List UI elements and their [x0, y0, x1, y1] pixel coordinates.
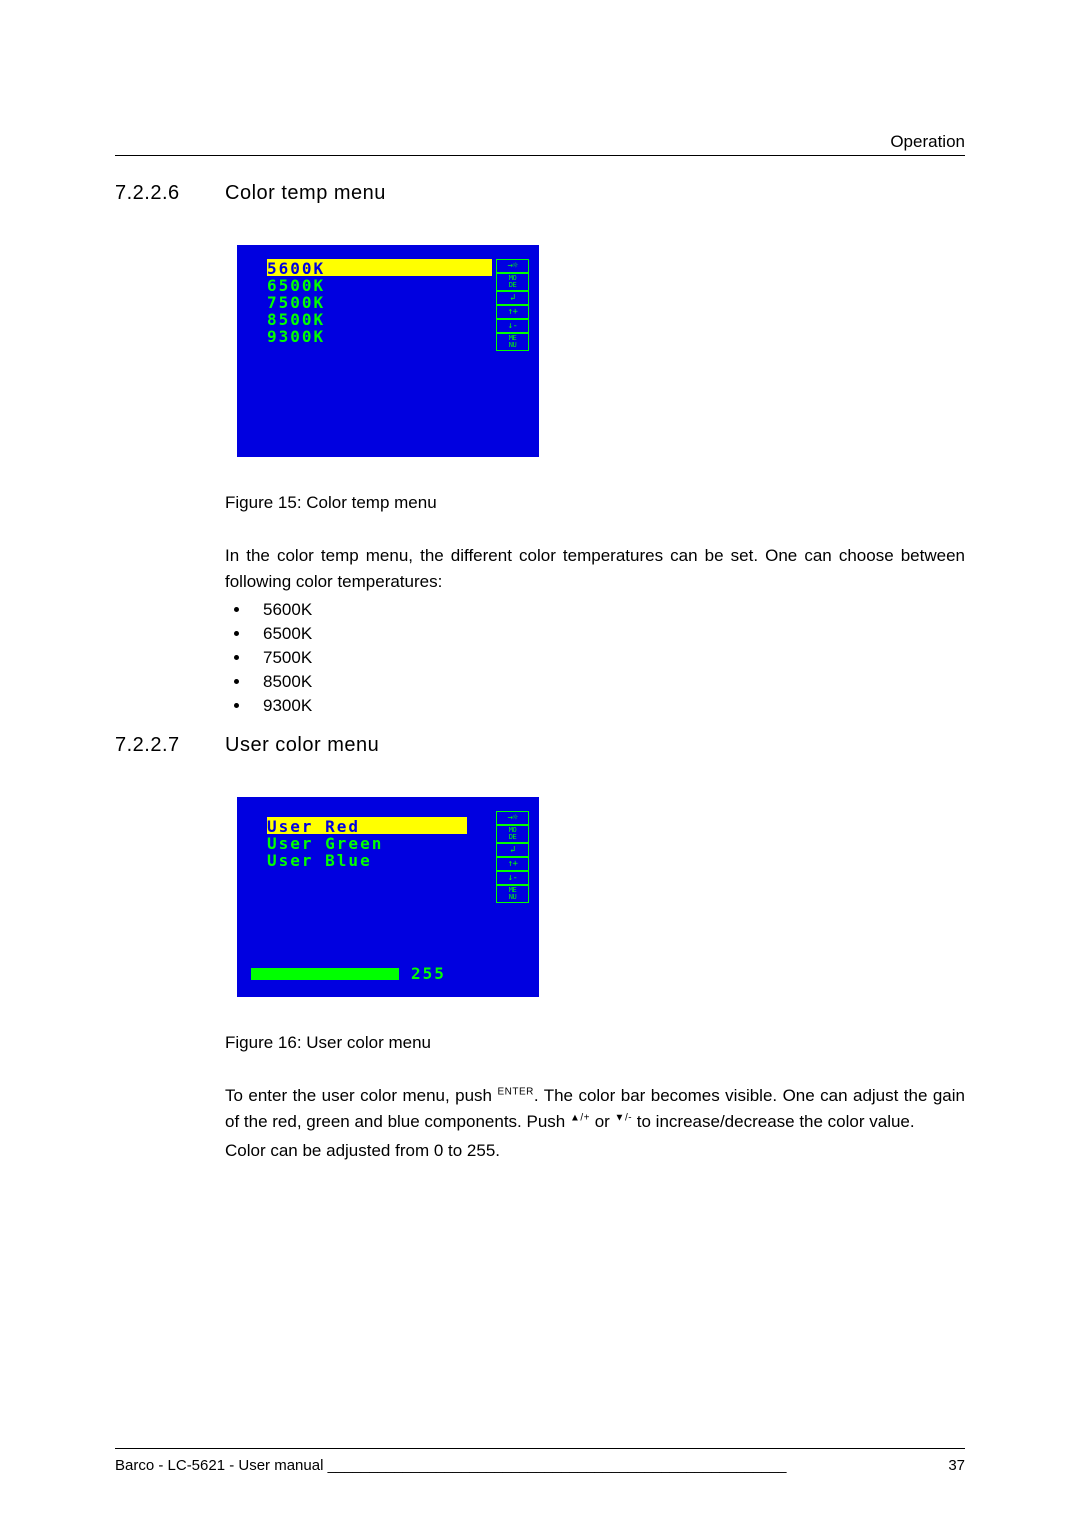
- osd-slider-value: 255: [411, 964, 446, 983]
- osd-color-temp: →☼ MO DE ↲ ↑+ ↓- ME NU 5600K 6500K 7500K…: [225, 233, 551, 469]
- page: Operation 7.2.2.6 Color temp menu →☼ MO …: [0, 0, 1080, 1534]
- header-rule: [115, 155, 965, 156]
- sec2-para-a: To enter the user color menu, push ENTER…: [225, 1083, 965, 1134]
- section-number: 7.2.2.6: [115, 182, 225, 205]
- list-item: 7500K: [251, 648, 965, 668]
- section-title: Color temp menu: [225, 182, 386, 205]
- list-item: 6500K: [251, 624, 965, 644]
- sec1-list: 5600K 6500K 7500K 8500K 9300K: [225, 600, 965, 716]
- figure-16-caption: Figure 16: User color menu: [225, 1033, 965, 1053]
- osd-slider-track: [251, 968, 399, 980]
- enter-key-label: ENTER: [497, 1086, 533, 1097]
- osd-btn-down-icon: ↓-: [496, 871, 529, 885]
- osd-btn-brightness-icon: →☼: [496, 259, 529, 273]
- osd-btn-brightness-icon: →☼: [496, 811, 529, 825]
- sec1-para: In the color temp menu, the different co…: [225, 543, 965, 594]
- osd-slider-fill: [251, 968, 399, 980]
- header-section-label: Operation: [890, 132, 965, 152]
- section-number: 7.2.2.7: [115, 734, 225, 757]
- figure-15: →☼ MO DE ↲ ↑+ ↓- ME NU 5600K 6500K 7500K…: [225, 233, 965, 469]
- figure-16: →☼ MO DE ↲ ↑+ ↓- ME NU User Red User Gre…: [225, 785, 965, 1009]
- osd-user-color: →☼ MO DE ↲ ↑+ ↓- ME NU User Red User Gre…: [225, 785, 551, 1009]
- list-item: 8500K: [251, 672, 965, 692]
- up-key-label: ▲/+: [570, 1112, 590, 1123]
- text-fragment: to increase/decrease the color value.: [632, 1112, 915, 1131]
- osd-btn-menu: ME NU: [496, 885, 529, 903]
- text-fragment: or: [590, 1112, 615, 1131]
- osd-button-column: →☼ MO DE ↲ ↑+ ↓- ME NU: [496, 811, 529, 903]
- osd-btn-menu: ME NU: [496, 333, 529, 351]
- list-item: 9300K: [251, 696, 965, 716]
- list-item: 5600K: [251, 600, 965, 620]
- osd-item-5600k: 5600K: [267, 259, 492, 276]
- footer-dash: ________________________________________…: [328, 1457, 787, 1474]
- osd-slider: 255: [251, 964, 446, 983]
- osd-btn-down-icon: ↓-: [496, 319, 529, 333]
- section-title: User color menu: [225, 734, 379, 757]
- osd-item-user-red: User Red: [267, 817, 467, 834]
- osd-btn-mode: MO DE: [496, 273, 529, 291]
- page-footer: Barco - LC-5621 - User manual __________…: [115, 1448, 965, 1474]
- sec2-para-b: Color can be adjusted from 0 to 255.: [225, 1138, 965, 1164]
- osd-btn-enter-icon: ↲: [496, 843, 529, 857]
- figure-15-caption: Figure 15: Color temp menu: [225, 493, 965, 513]
- osd-btn-enter-icon: ↲: [496, 291, 529, 305]
- osd-btn-up-icon: ↑+: [496, 305, 529, 319]
- osd-button-column: →☼ MO DE ↲ ↑+ ↓- ME NU: [496, 259, 529, 351]
- footer-page-number: 37: [948, 1457, 965, 1474]
- down-key-label: ▼/-: [615, 1112, 633, 1123]
- footer-doc-title: Barco - LC-5621 - User manual: [115, 1457, 328, 1474]
- osd-btn-mode: MO DE: [496, 825, 529, 843]
- osd-btn-up-icon: ↑+: [496, 857, 529, 871]
- text-fragment: To enter the user color menu, push: [225, 1086, 497, 1105]
